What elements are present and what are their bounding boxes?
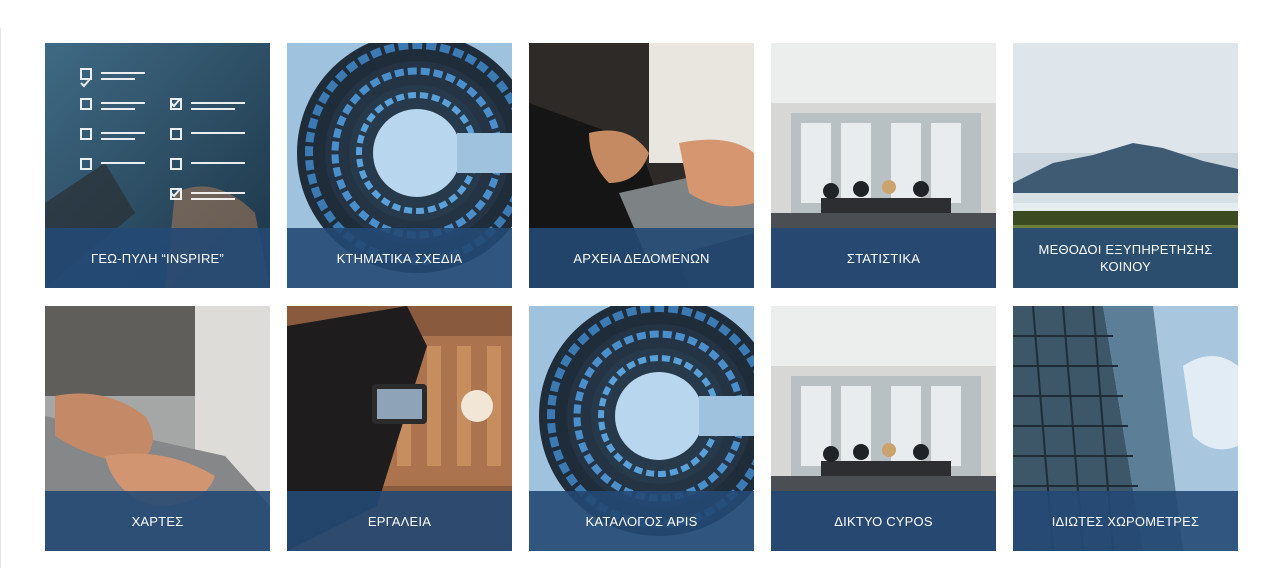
tile-data-files[interactable]: ΑΡΧΕΙΑ ΔΕΔΟΜΕΝΩΝ — [529, 43, 754, 288]
tile-label: ΚΑΤΑΛΟΓΟΣ APIS — [529, 491, 754, 551]
tile-cadastral-plans[interactable]: ΚΤΗΜΑΤΙΚΑ ΣΧΕΔΙΑ — [287, 43, 512, 288]
tile-inspire[interactable]: ΓΕΩ-ΠΥΛΗ “INSPIRE” — [45, 43, 270, 288]
tile-label: ΓΕΩ-ΠΥΛΗ “INSPIRE” — [45, 228, 270, 288]
tile-public-service-methods[interactable]: ΜΕΘΟΔΟΙ ΕΞΥΠΗΡΕΤΗΣΗΣ ΚΟΙΝΟΥ — [1013, 43, 1238, 288]
tile-api-catalog[interactable]: ΚΑΤΑΛΟΓΟΣ APIS — [529, 306, 754, 551]
tile-label: ΜΕΘΟΔΟΙ ΕΞΥΠΗΡΕΤΗΣΗΣ ΚΟΙΝΟΥ — [1013, 228, 1238, 288]
tile-tools[interactable]: ΕΡΓΑΛΕΙΑ — [287, 306, 512, 551]
tile-label: ΣΤΑΤΙΣΤΙΚΑ — [771, 228, 996, 288]
tile-statistics[interactable]: ΣΤΑΤΙΣΤΙΚΑ — [771, 43, 996, 288]
tile-label: ΑΡΧΕΙΑ ΔΕΔΟΜΕΝΩΝ — [529, 228, 754, 288]
tile-label: ΙΔΙΩΤΕΣ ΧΩΡΟΜΕΤΡΕΣ — [1013, 491, 1238, 551]
tile-label: ΔΙΚΤΥΟ CYPOS — [771, 491, 996, 551]
tile-cypos-network[interactable]: ΔΙΚΤΥΟ CYPOS — [771, 306, 996, 551]
tile-maps[interactable]: ΧΑΡΤΕΣ — [45, 306, 270, 551]
tile-label: ΚΤΗΜΑΤΙΚΑ ΣΧΕΔΙΑ — [287, 228, 512, 288]
cut-off-text-line — [0, 0, 1267, 10]
tile-private-surveyors[interactable]: ΙΔΙΩΤΕΣ ΧΩΡΟΜΕΤΡΕΣ — [1013, 306, 1238, 551]
tile-label: ΧΑΡΤΕΣ — [45, 491, 270, 551]
divider — [0, 28, 1, 568]
tile-label: ΕΡΓΑΛΕΙΑ — [287, 491, 512, 551]
